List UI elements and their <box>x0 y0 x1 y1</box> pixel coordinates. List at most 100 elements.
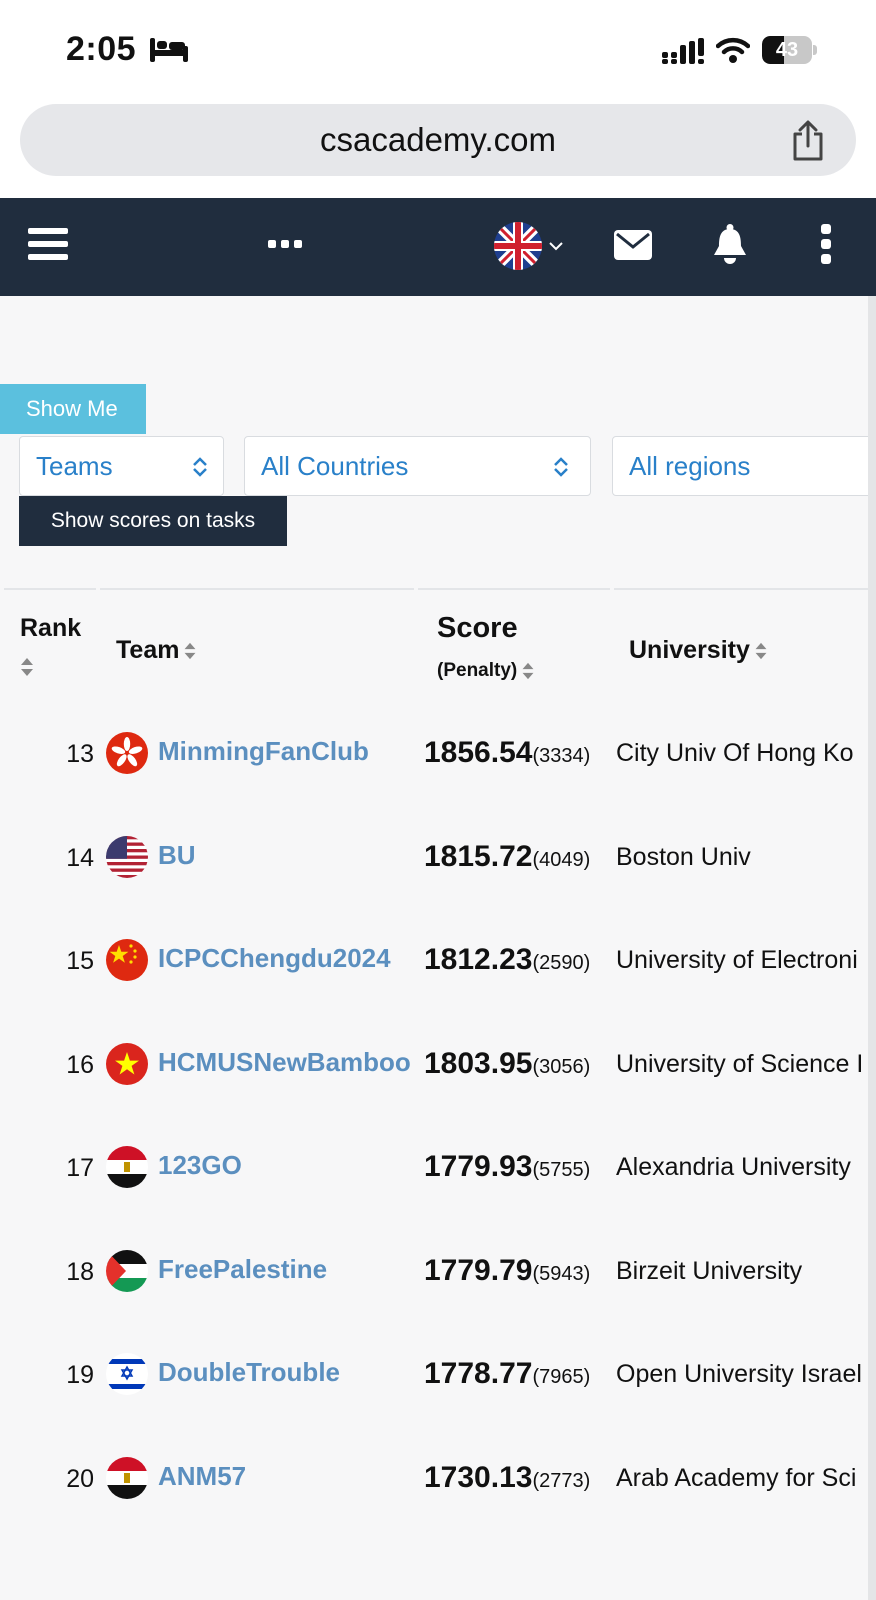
team-column-header[interactable]: Team <box>116 636 197 665</box>
sort-icon[interactable] <box>754 641 768 661</box>
type-select[interactable]: Teams <box>19 436 224 496</box>
browser-toolbar: csacademy.com <box>0 100 876 198</box>
type-select-value: Teams <box>36 451 113 481</box>
show-me-button[interactable]: Show Me <box>0 384 146 434</box>
battery-percent: 43 <box>775 39 799 61</box>
university-cell: Open University Israel <box>616 1360 862 1388</box>
team-header-label: Team <box>116 636 180 664</box>
chevron-down-icon[interactable] <box>548 240 564 252</box>
header-divider <box>4 588 96 590</box>
sort-icon[interactable] <box>20 656 34 678</box>
penalty-value: (2773) <box>532 1469 591 1492</box>
team-link[interactable]: 123GO <box>158 1150 242 1181</box>
team-link[interactable]: FreePalestine <box>158 1254 327 1285</box>
score-value: 1778.77 <box>424 1357 533 1390</box>
vietnam-flag-icon <box>106 1042 148 1085</box>
table-row: 20 ANM57 1730.13(2773) Arab Academy for Sci <box>0 1427 876 1533</box>
country-select[interactable]: All Countries <box>244 436 591 496</box>
score-value: 1730.13 <box>424 1460 533 1494</box>
score-cell: 1730.13(2773) <box>424 1461 590 1495</box>
cellular-signal-icon <box>662 38 704 64</box>
bed-icon <box>150 38 188 62</box>
table-row: 15 ICPCChengdu2024 1812.23(2590) University… <box>0 909 876 1015</box>
rank-cell: 17 <box>66 1154 94 1182</box>
university-column-header[interactable]: University <box>629 636 768 665</box>
select-arrows-icon <box>193 457 207 477</box>
address-bar[interactable]: csacademy.com <box>20 104 856 176</box>
penalty-header-label: (Penalty) <box>437 660 518 681</box>
palestine-flag-icon <box>106 1249 148 1292</box>
table-row: 18 FreePalestine 1779.79(5943) Birzeit Univ… <box>0 1220 876 1326</box>
header-divider <box>614 588 876 590</box>
scoreboard-content: Show Me Teams All Countries All regions … <box>0 296 876 1600</box>
wifi-icon <box>716 37 750 63</box>
score-cell: 1778.77(7965) <box>424 1357 590 1391</box>
team-link[interactable]: BU <box>158 840 196 871</box>
rank-column-header[interactable]: Rank <box>20 614 81 643</box>
header-divider <box>100 588 414 590</box>
sort-icon[interactable] <box>521 661 535 681</box>
share-icon[interactable] <box>790 120 826 162</box>
penalty-value: (3056) <box>532 1055 591 1078</box>
table-row: 19 DoubleTrouble 1778.77(7965) Open Univers… <box>0 1323 876 1429</box>
hong-kong-flag-icon <box>106 732 148 774</box>
country-select-value: All Countries <box>261 451 409 481</box>
penalty-value: (7965) <box>532 1366 591 1388</box>
china-flag-icon <box>106 939 148 981</box>
team-link[interactable]: ANM57 <box>158 1461 246 1492</box>
site-navbar <box>0 198 876 296</box>
score-cell: 1812.23(2590) <box>424 943 590 977</box>
penalty-value: (5943) <box>532 1262 591 1285</box>
university-header-label: University <box>629 636 750 664</box>
team-link[interactable]: HCMUSNewBamboo <box>158 1047 411 1078</box>
university-cell: Birzeit University <box>616 1256 803 1285</box>
rank-cell: 16 <box>66 1050 94 1079</box>
team-link[interactable]: MinmingFanClub <box>158 736 369 767</box>
mail-icon[interactable] <box>614 230 652 260</box>
university-cell: University of Electroni <box>616 946 858 974</box>
more-horizontal-icon[interactable] <box>268 238 302 250</box>
region-select-value: All regions <box>629 451 751 481</box>
sort-icon[interactable] <box>183 641 197 661</box>
table-row: 14 BU 1815.72(4049) Boston Univ <box>0 806 876 912</box>
team-link[interactable]: DoubleTrouble <box>158 1357 340 1388</box>
battery-indicator: 43 <box>762 36 817 64</box>
rank-cell: 13 <box>66 740 94 768</box>
rank-cell: 15 <box>66 947 94 975</box>
scrollbar-track[interactable] <box>868 296 876 1600</box>
header-divider <box>418 588 610 590</box>
rank-cell: 14 <box>66 843 94 872</box>
more-vertical-icon[interactable] <box>820 224 832 264</box>
region-select[interactable]: All regions <box>612 436 876 496</box>
status-time: 2:05 <box>66 30 137 68</box>
score-value: 1856.54 <box>424 736 533 769</box>
bell-icon[interactable] <box>712 224 748 264</box>
university-cell: Alexandria University <box>616 1153 851 1181</box>
team-link[interactable]: ICPCChengdu2024 <box>158 943 391 974</box>
status-bar: 2:05 43 <box>0 0 876 100</box>
table-row: 16 HCMUSNewBamboo 1803.95(3056) University … <box>0 1013 876 1119</box>
university-cell: Boston Univ <box>616 842 751 871</box>
url-text[interactable]: csacademy.com <box>20 104 856 176</box>
penalty-value: (5755) <box>532 1159 591 1181</box>
hamburger-menu-icon[interactable] <box>28 226 68 262</box>
university-cell: Arab Academy for Sci <box>616 1463 857 1492</box>
penalty-value: (2590) <box>532 952 591 974</box>
show-scores-on-tasks-button[interactable]: Show scores on tasks <box>19 496 287 546</box>
uk-flag-icon[interactable] <box>494 222 542 270</box>
score-cell: 1856.54(3334) <box>424 736 590 770</box>
rank-cell: 19 <box>66 1361 94 1389</box>
score-value: 1812.23 <box>424 943 533 976</box>
table-row: 13 MinmingFanClub 1856.54(3334) City Univ O… <box>0 702 876 808</box>
score-cell: 1779.79(5943) <box>424 1254 590 1288</box>
score-cell: 1803.95(3056) <box>424 1047 590 1081</box>
penalty-column-header[interactable]: (Penalty) <box>437 660 535 682</box>
egypt-flag-icon <box>106 1456 148 1499</box>
rank-cell: 18 <box>66 1257 94 1286</box>
penalty-value: (3334) <box>532 745 591 767</box>
score-column-header[interactable]: Score <box>437 612 518 645</box>
rank-cell: 20 <box>66 1464 94 1493</box>
university-cell: University of Science I <box>616 1049 864 1078</box>
table-row: 17 123GO 1779.93(5755) Alexandria Universit… <box>0 1116 876 1222</box>
score-cell: 1815.72(4049) <box>424 840 590 874</box>
